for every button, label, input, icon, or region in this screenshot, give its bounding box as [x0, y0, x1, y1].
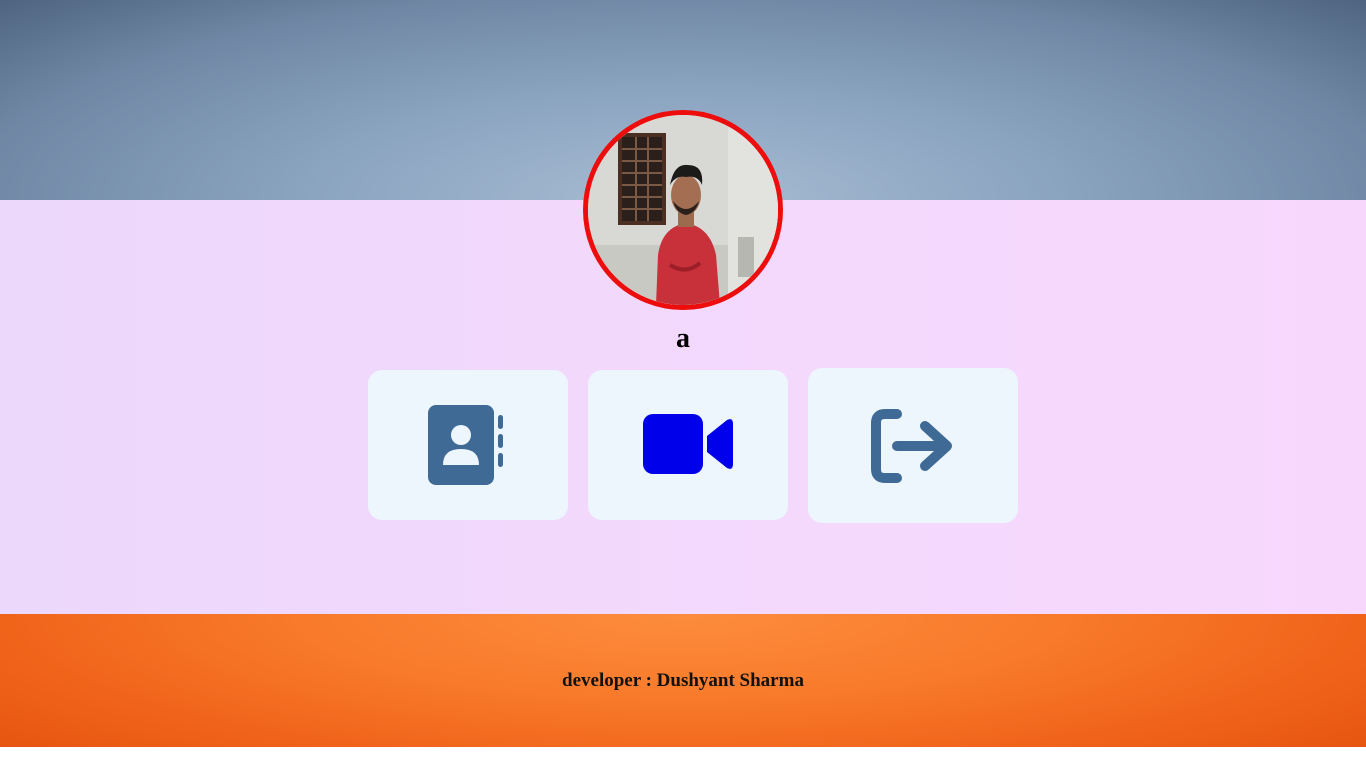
profile-name: a	[676, 323, 690, 354]
contacts-button[interactable]	[368, 370, 568, 520]
sign-out-icon	[871, 408, 952, 483]
developer-credit: developer : Dushyant Sharma	[562, 670, 804, 691]
video-camera-icon	[643, 414, 733, 474]
profile-photo	[588, 115, 778, 305]
profile-avatar	[583, 110, 783, 310]
video-call-button[interactable]	[588, 370, 788, 520]
address-book-icon	[428, 405, 503, 485]
logout-button[interactable]	[808, 368, 1018, 523]
page-bottom-strip	[0, 747, 1366, 768]
